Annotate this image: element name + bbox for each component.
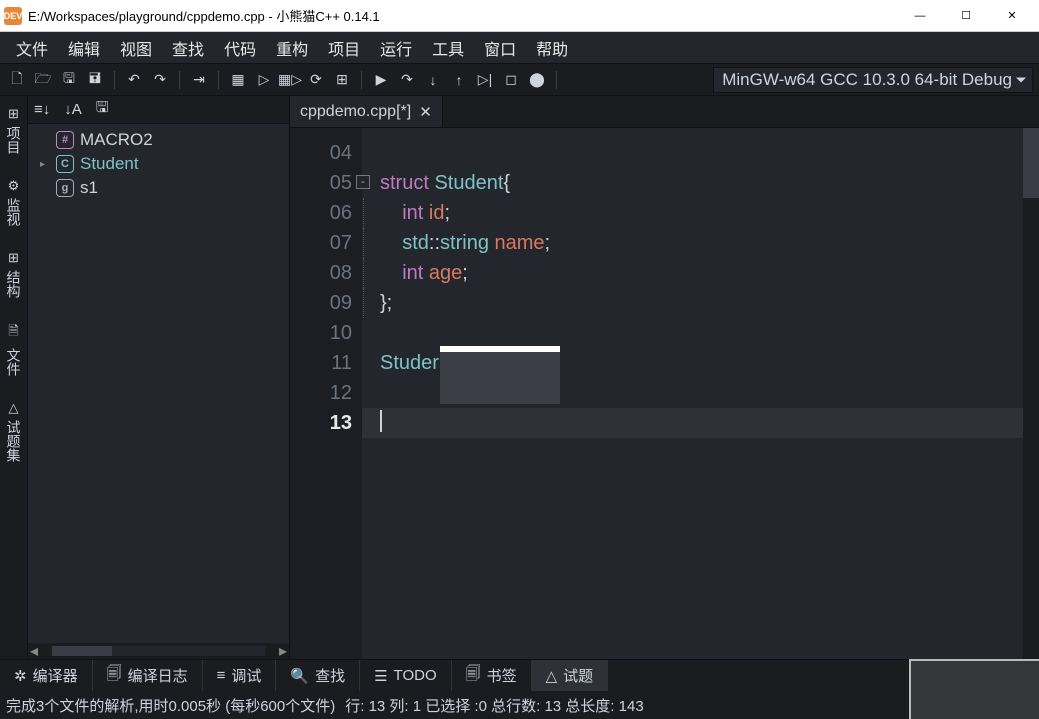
compiler-select[interactable]: MinGW-w64 GCC 10.3.0 64-bit Debug <box>713 67 1033 93</box>
indent-icon[interactable]: ⇥ <box>188 69 210 91</box>
file-tab-label: cppdemo.cpp[*] <box>300 103 411 121</box>
bottom-tab-调试[interactable]: ≡调试 <box>203 660 277 691</box>
run-icon[interactable]: ▷ <box>253 69 275 91</box>
menu-文件[interactable]: 文件 <box>8 32 56 64</box>
structure-hscroll[interactable]: ◂ ▸ <box>28 643 289 659</box>
menu-视图[interactable]: 视图 <box>112 32 160 64</box>
structure-panel-tabs: ≡↓ ↓A 🖫 <box>28 96 289 124</box>
bottom-tab-查找[interactable]: 🔍查找 <box>276 660 360 691</box>
close-tab-icon[interactable]: ✕ <box>419 103 432 121</box>
menu-窗口[interactable]: 窗口 <box>476 32 524 64</box>
step-into-icon[interactable]: ↓ <box>422 69 444 91</box>
app-icon: DEV <box>4 7 22 25</box>
structure-sort-icon[interactable]: ↓A <box>64 101 82 118</box>
rail-试题集[interactable]: △试题集 <box>2 394 26 468</box>
structure-item-MACRO2[interactable]: #MACRO2 <box>36 128 281 152</box>
breakpoint-icon[interactable]: ⬤ <box>526 69 548 91</box>
menu-运行[interactable]: 运行 <box>372 32 420 64</box>
menu-代码[interactable]: 代码 <box>216 32 264 64</box>
menu-编辑[interactable]: 编辑 <box>60 32 108 64</box>
window-controls: — ☐ ✕ <box>897 1 1035 31</box>
structure-panel: ≡↓ ↓A 🖫 #MACRO2▸CStudentgs1 ◂ ▸ <box>28 96 290 659</box>
tab-icon: 🔍 <box>290 667 309 685</box>
tab-icon: ☰ <box>374 667 387 685</box>
structure-item-s1[interactable]: gs1 <box>36 176 281 200</box>
tab-icon: △ <box>546 667 558 685</box>
build-icon[interactable]: ▦ <box>227 69 249 91</box>
rail-结构[interactable]: ⊞结构 <box>2 244 26 304</box>
clean-icon[interactable]: ⊞ <box>331 69 353 91</box>
scrollbar-thumb[interactable] <box>1023 128 1039 198</box>
scrollbar-thumb[interactable] <box>52 646 112 656</box>
structure-item-Student[interactable]: ▸CStudent <box>36 152 281 176</box>
performance-graph <box>909 659 1039 719</box>
save-icon[interactable]: 🖫 <box>58 69 80 91</box>
menu-帮助[interactable]: 帮助 <box>528 32 576 64</box>
line-gutter: 04050607080910111213 <box>290 138 362 438</box>
separator <box>114 71 115 89</box>
editor-body[interactable]: 04050607080910111213 -struct Student{ in… <box>290 128 1039 659</box>
structure-list: #MACRO2▸CStudentgs1 <box>28 124 289 643</box>
structure-sort-icon[interactable]: 🖫 <box>96 97 109 122</box>
tab-icon: ✲ <box>14 667 27 685</box>
menu-项目[interactable]: 项目 <box>320 32 368 64</box>
status-cursor: 行: 13 列: 1 已选择 :0 总行数: 13 总长度: 143 <box>345 695 643 716</box>
rail-项目[interactable]: ⊞项目 <box>2 100 26 160</box>
window-title: E:/Workspaces/playground/cppdemo.cpp - 小… <box>28 6 897 25</box>
bottom-tab-编译日志[interactable]: 🗐编译日志 <box>93 660 203 691</box>
titlebar: DEV E:/Workspaces/playground/cppdemo.cpp… <box>0 0 1039 32</box>
editor-area: cppdemo.cpp[*] ✕ 04050607080910111213 -s… <box>290 96 1039 659</box>
separator <box>179 71 180 89</box>
tab-icon: 🗐 <box>107 663 122 688</box>
tab-icon: ≡ <box>217 667 226 684</box>
bottom-tab-TODO[interactable]: ☰TODO <box>360 660 452 691</box>
menubar: 文件编辑视图查找代码重构项目运行工具窗口帮助 <box>0 32 1039 64</box>
build-run-icon[interactable]: ▦▷ <box>279 69 301 91</box>
bottom-tab-书签[interactable]: 🗐书签 <box>452 660 532 691</box>
new-file-icon[interactable]: 🗋 <box>6 69 28 91</box>
separator <box>556 71 557 89</box>
rail-监视[interactable]: ⚙监视 <box>2 172 26 232</box>
save-all-icon[interactable]: 🖬 <box>84 69 106 91</box>
side-rail: ⊞项目 ⚙监视 ⊞结构 🗎文件 △试题集 <box>0 96 28 659</box>
menu-重构[interactable]: 重构 <box>268 32 316 64</box>
step-over-icon[interactable]: ↷ <box>396 69 418 91</box>
toolbar: 🗋 🗁 🖫 🖬 ↶ ↷ ⇥ ▦ ▷ ▦▷ ⟳ ⊞ ▶ ↷ ↓ ↑ ▷| ◻ ⬤ … <box>0 64 1039 96</box>
structure-sort-icon[interactable]: ≡↓ <box>34 101 50 118</box>
menu-工具[interactable]: 工具 <box>424 32 472 64</box>
debug-icon[interactable]: ▶ <box>370 69 392 91</box>
bottom-tabs: ✲编译器🗐编译日志≡调试🔍查找☰TODO🗐书签△试题 <box>0 659 1039 691</box>
continue-icon[interactable]: ▷| <box>474 69 496 91</box>
bottom-tab-编译器[interactable]: ✲编译器 <box>0 660 93 691</box>
maximize-button[interactable]: ☐ <box>943 1 989 31</box>
tab-icon: 🗐 <box>466 663 481 688</box>
open-file-icon[interactable]: 🗁 <box>32 69 54 91</box>
bottom-tab-试题[interactable]: △试题 <box>532 660 609 691</box>
statusbar: 完成3个文件的解析,用时0.005秒 (每秒600个文件) 行: 13 列: 1… <box>0 691 1039 719</box>
stop-icon[interactable]: ◻ <box>500 69 522 91</box>
code-content[interactable]: -struct Student{ int id; std::string nam… <box>362 138 1023 438</box>
close-button[interactable]: ✕ <box>989 1 1035 31</box>
rail-文件[interactable]: 🗎文件 <box>2 316 26 382</box>
undo-icon[interactable]: ↶ <box>123 69 145 91</box>
file-tab[interactable]: cppdemo.cpp[*] ✕ <box>290 96 443 127</box>
editor-tabbar: cppdemo.cpp[*] ✕ <box>290 96 1039 128</box>
step-out-icon[interactable]: ↑ <box>448 69 470 91</box>
minimize-button[interactable]: — <box>897 1 943 31</box>
rebuild-icon[interactable]: ⟳ <box>305 69 327 91</box>
fold-toggle-icon[interactable]: - <box>356 175 370 189</box>
main-area: ⊞项目 ⚙监视 ⊞结构 🗎文件 △试题集 ≡↓ ↓A 🖫 #MACRO2▸CStudentg… <box>0 96 1039 659</box>
redo-icon[interactable]: ↷ <box>149 69 171 91</box>
editor-vscroll[interactable] <box>1023 128 1039 659</box>
status-parse: 完成3个文件的解析,用时0.005秒 (每秒600个文件) <box>6 695 335 716</box>
menu-查找[interactable]: 查找 <box>164 32 212 64</box>
separator <box>361 71 362 89</box>
separator <box>218 71 219 89</box>
